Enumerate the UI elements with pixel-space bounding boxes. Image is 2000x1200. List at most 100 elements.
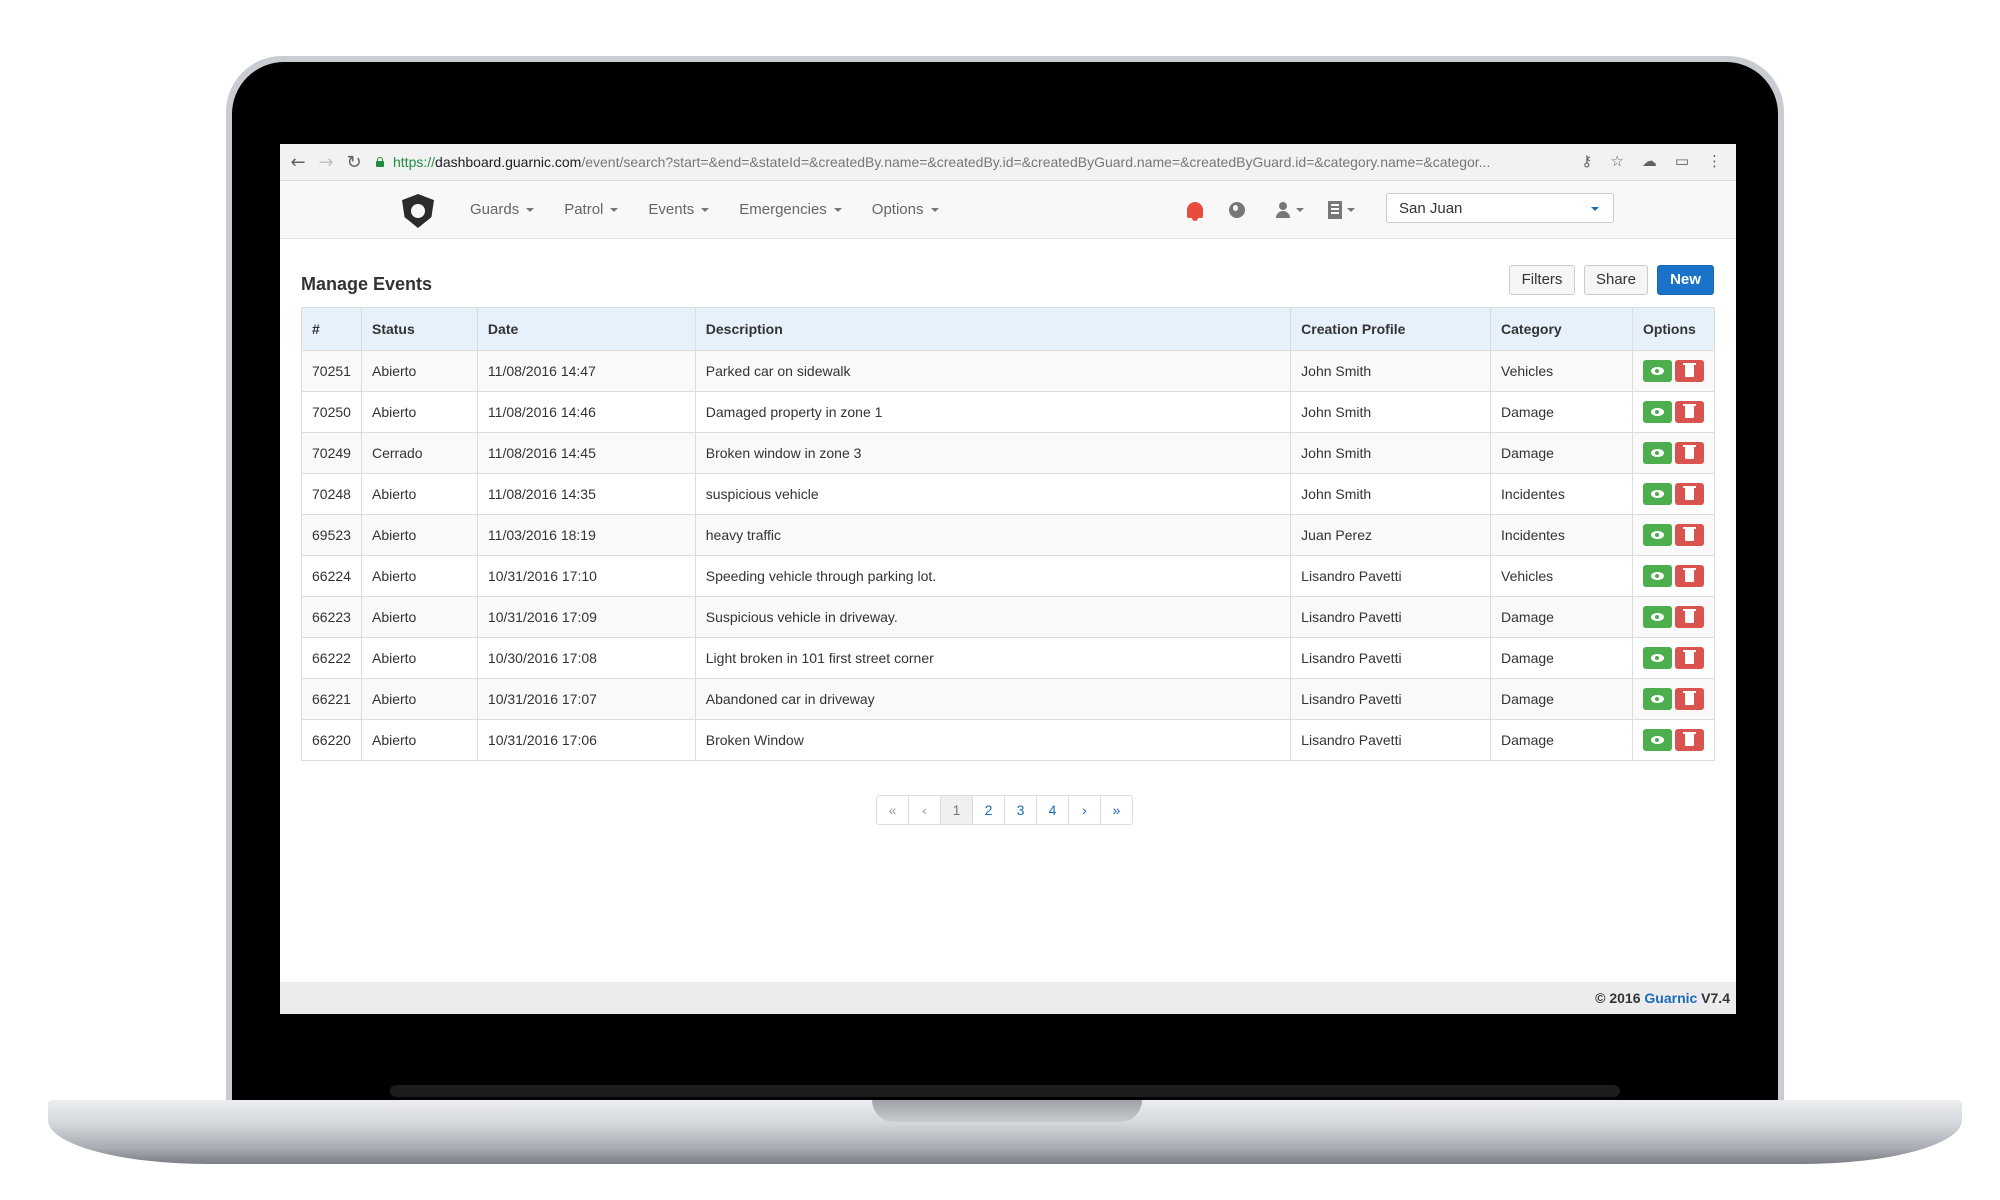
page-1-button[interactable]: 1 bbox=[940, 795, 973, 825]
cell-status: Abierto bbox=[360, 637, 478, 679]
view-button[interactable] bbox=[1642, 647, 1672, 669]
cell-category: Incidentes bbox=[1490, 514, 1633, 556]
view-button[interactable] bbox=[1642, 401, 1672, 423]
table-row[interactable]: 66220 Abierto 10/31/2016 17:06 Broken Wi… bbox=[301, 719, 1716, 761]
eye-icon bbox=[1650, 449, 1664, 457]
navbar-right bbox=[1187, 181, 1355, 238]
menu-options-label: Options bbox=[871, 201, 924, 218]
delete-button[interactable] bbox=[1674, 524, 1704, 546]
cell-date: 11/08/2016 14:35 bbox=[476, 473, 696, 515]
cell-date: 11/03/2016 18:19 bbox=[476, 514, 696, 556]
delete-button[interactable] bbox=[1674, 565, 1704, 587]
trash-icon bbox=[1682, 445, 1696, 459]
delete-button[interactable] bbox=[1674, 688, 1704, 710]
delete-button[interactable] bbox=[1674, 442, 1704, 464]
laptop-notch bbox=[872, 1100, 1142, 1122]
cell-category: Damage bbox=[1490, 432, 1633, 474]
table-row[interactable]: 66223 Abierto 10/31/2016 17:09 Suspiciou… bbox=[301, 596, 1716, 638]
view-button[interactable] bbox=[1642, 483, 1672, 505]
view-button[interactable] bbox=[1642, 524, 1672, 546]
cell-profile: John Smith bbox=[1290, 473, 1492, 515]
key-icon[interactable]: ⚷ bbox=[1581, 152, 1592, 170]
menu-emergencies[interactable]: Emergencies bbox=[739, 201, 842, 218]
forward-icon[interactable]: → bbox=[312, 152, 340, 173]
cell-date: 10/31/2016 17:10 bbox=[476, 555, 696, 597]
delete-button[interactable] bbox=[1674, 401, 1704, 423]
bell-icon[interactable] bbox=[1187, 201, 1203, 221]
column-header-creation-profile[interactable]: Creation Profile bbox=[1290, 307, 1492, 351]
caret-down-icon bbox=[526, 207, 535, 212]
filters-button[interactable]: Filters bbox=[1509, 265, 1575, 295]
next-page-button[interactable]: › bbox=[1068, 795, 1101, 825]
table-row[interactable]: 70251 Abierto 11/08/2016 14:47 Parked ca… bbox=[301, 350, 1716, 392]
new-event-button[interactable]: New bbox=[1657, 265, 1714, 295]
menu-events-label: Events bbox=[648, 201, 695, 218]
table-row[interactable]: 70249 Cerrado 11/08/2016 14:45 Broken wi… bbox=[301, 432, 1716, 474]
footer: © 2016 Guarnic V7.4 bbox=[280, 982, 1736, 1014]
extension-icon[interactable]: ☁ bbox=[1642, 152, 1657, 170]
last-page-button[interactable]: » bbox=[1100, 795, 1133, 825]
globe-icon[interactable] bbox=[1229, 201, 1245, 218]
menu-dots-icon[interactable]: ⋮ bbox=[1707, 152, 1722, 170]
page-4-button[interactable]: 4 bbox=[1036, 795, 1069, 825]
share-button[interactable]: Share bbox=[1584, 265, 1648, 295]
cell-status: Abierto bbox=[360, 678, 478, 720]
cell-description: Abandoned car in driveway bbox=[694, 678, 1292, 720]
delete-button[interactable] bbox=[1674, 729, 1704, 751]
cell-options bbox=[1631, 596, 1716, 638]
trash-icon bbox=[1682, 691, 1696, 705]
prev-page-button[interactable]: ‹ bbox=[908, 795, 941, 825]
view-button[interactable] bbox=[1642, 729, 1672, 751]
cast-icon[interactable]: ▭ bbox=[1675, 152, 1689, 170]
cell-options bbox=[1631, 391, 1716, 433]
column-header-category[interactable]: Category bbox=[1490, 307, 1633, 351]
cell-category: Damage bbox=[1490, 719, 1633, 761]
reload-icon[interactable]: ↻ bbox=[340, 152, 368, 173]
menu-guards[interactable]: Guards bbox=[470, 201, 535, 218]
menu-patrol[interactable]: Patrol bbox=[564, 201, 619, 218]
table-row[interactable]: 66224 Abierto 10/31/2016 17:10 Speeding … bbox=[301, 555, 1716, 597]
back-icon[interactable]: ← bbox=[284, 152, 312, 173]
cell-status: Abierto bbox=[360, 596, 478, 638]
url-text[interactable]: https://dashboard.guarnic.com/event/sear… bbox=[393, 154, 1588, 170]
view-button[interactable] bbox=[1642, 606, 1672, 628]
view-button[interactable] bbox=[1642, 565, 1672, 587]
user-icon[interactable] bbox=[1275, 201, 1291, 218]
view-button[interactable] bbox=[1642, 688, 1672, 710]
cell-profile: Juan Perez bbox=[1290, 514, 1492, 556]
column-header-id[interactable]: # bbox=[301, 307, 362, 351]
delete-button[interactable] bbox=[1674, 483, 1704, 505]
building-icon[interactable] bbox=[1328, 200, 1342, 219]
cell-profile: John Smith bbox=[1290, 350, 1492, 392]
table-row[interactable]: 66222 Abierto 10/30/2016 17:08 Light bro… bbox=[301, 637, 1716, 679]
cell-category: Vehicles bbox=[1490, 350, 1633, 392]
column-header-date[interactable]: Date bbox=[476, 307, 696, 351]
cell-id: 70251 bbox=[301, 350, 362, 392]
star-icon[interactable]: ☆ bbox=[1610, 152, 1623, 170]
column-header-status[interactable]: Status bbox=[360, 307, 478, 351]
site-select[interactable]: San Juan bbox=[1386, 193, 1614, 223]
table-row[interactable]: 70248 Abierto 11/08/2016 14:35 suspiciou… bbox=[301, 473, 1716, 515]
page-3-button[interactable]: 3 bbox=[1004, 795, 1037, 825]
delete-button[interactable] bbox=[1674, 647, 1704, 669]
page-2-button[interactable]: 2 bbox=[972, 795, 1005, 825]
view-button[interactable] bbox=[1642, 442, 1672, 464]
delete-button[interactable] bbox=[1674, 360, 1704, 382]
table-row[interactable]: 70250 Abierto 11/08/2016 14:46 Damaged p… bbox=[301, 391, 1716, 433]
menu-events[interactable]: Events bbox=[648, 201, 710, 218]
eye-icon bbox=[1650, 654, 1664, 662]
table-row[interactable]: 66221 Abierto 10/31/2016 17:07 Abandoned… bbox=[301, 678, 1716, 720]
lion-logo-icon[interactable] bbox=[402, 194, 434, 228]
first-page-button[interactable]: « bbox=[876, 795, 909, 825]
delete-button[interactable] bbox=[1674, 606, 1704, 628]
cell-status: Abierto bbox=[360, 555, 478, 597]
address-bar[interactable]: https://dashboard.guarnic.com/event/sear… bbox=[375, 149, 1715, 175]
footer-brand-link[interactable]: Guarnic bbox=[1644, 990, 1697, 1006]
column-header-description[interactable]: Description bbox=[694, 307, 1292, 351]
view-button[interactable] bbox=[1642, 360, 1672, 382]
table-row[interactable]: 69523 Abierto 11/03/2016 18:19 heavy tra… bbox=[301, 514, 1716, 556]
trash-icon bbox=[1682, 609, 1696, 623]
trash-icon bbox=[1682, 404, 1696, 418]
cell-date: 10/31/2016 17:06 bbox=[476, 719, 696, 761]
menu-options[interactable]: Options bbox=[872, 201, 939, 218]
